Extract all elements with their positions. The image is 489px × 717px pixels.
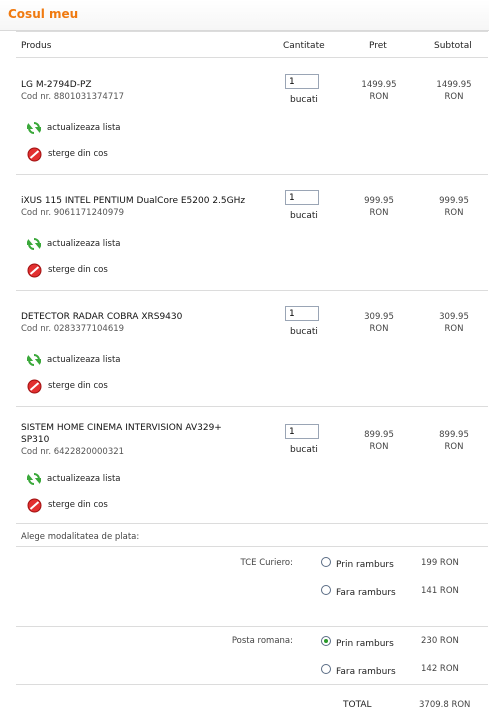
price-value: 309.95: [364, 312, 394, 322]
price-value: 1499.95: [361, 80, 397, 90]
option-price: 141 RON: [421, 586, 459, 596]
unit-label: bucati: [290, 445, 318, 455]
divider: [16, 684, 488, 685]
delete-item-button[interactable]: sterge din cos: [27, 262, 108, 278]
header-qty: Cantitate: [283, 41, 325, 51]
product-code: Cod nr. 9061171240979: [21, 208, 125, 218]
header-product: Produs: [21, 41, 52, 51]
product-name: SISTEM HOME CINEMA INTERVISION AV329+ SP…: [21, 423, 222, 445]
product-code: Cod nr. 6422820000321: [21, 447, 125, 457]
product-name: iXUS 115 INTEL PENTIUM DualCore E5200 2.…: [21, 196, 246, 206]
delete-item-button[interactable]: sterge din cos: [27, 146, 108, 162]
header-subtotal: Subtotal: [434, 41, 472, 51]
delete-icon: [27, 379, 42, 393]
header-price: Pret: [369, 41, 387, 51]
price-value: 899.95: [364, 430, 394, 440]
divider: [16, 31, 488, 32]
divider: [16, 406, 488, 407]
product-code: Cod nr. 0283377104619: [21, 324, 125, 334]
divider: [16, 546, 488, 547]
radio-fara-ramburs[interactable]: [321, 585, 331, 595]
divider: [16, 57, 488, 58]
delete-icon: [27, 263, 42, 277]
option-label: Fara ramburs: [336, 588, 396, 598]
quantity-input[interactable]: [285, 190, 319, 205]
radio-prin-ramburs[interactable]: [321, 557, 331, 567]
carrier-name: Posta romana:: [231, 636, 293, 646]
product-name: DETECTOR RADAR COBRA XRS9430: [21, 312, 183, 322]
update-list-label: actualizeaza lista: [47, 474, 121, 484]
total-label: TOTAL: [343, 700, 372, 710]
update-list-button[interactable]: actualizeaza lista: [27, 120, 121, 136]
divider: [16, 626, 488, 627]
update-list-button[interactable]: actualizeaza lista: [27, 352, 121, 368]
quantity-input[interactable]: [285, 74, 319, 89]
option-price: 142 RON: [421, 664, 459, 674]
refresh-icon: [27, 238, 41, 250]
refresh-icon: [27, 354, 41, 366]
update-list-label: actualizeaza lista: [47, 355, 121, 365]
delete-icon: [27, 147, 42, 161]
refresh-icon: [27, 473, 41, 485]
product-code: Cod nr. 8801031374717: [21, 92, 125, 102]
delete-item-label: sterge din cos: [48, 500, 108, 510]
product-name: LG M-2794D-PZ: [21, 80, 92, 90]
divider: [16, 523, 488, 524]
delete-icon: [27, 498, 42, 512]
radio-fara-ramburs[interactable]: [321, 664, 331, 674]
quantity-input[interactable]: [285, 424, 319, 439]
update-list-button[interactable]: actualizeaza lista: [27, 471, 121, 487]
carrier-name: TCE Curiero:: [240, 558, 293, 568]
delete-item-button[interactable]: sterge din cos: [27, 497, 108, 513]
option-price: 230 RON: [421, 636, 459, 646]
subtotal-currency: RON: [444, 324, 464, 334]
subtotal-currency: RON: [444, 208, 464, 218]
unit-label: bucati: [290, 95, 318, 105]
price-currency: RON: [369, 324, 389, 334]
update-list-button[interactable]: actualizeaza lista: [27, 236, 121, 252]
refresh-icon: [27, 122, 41, 134]
update-list-label: actualizeaza lista: [47, 123, 121, 133]
option-label: Fara ramburs: [336, 667, 396, 677]
subtotal-currency: RON: [444, 92, 464, 102]
divider: [16, 290, 488, 291]
delete-item-label: sterge din cos: [48, 149, 108, 159]
unit-label: bucati: [290, 211, 318, 221]
radio-prin-ramburs[interactable]: [321, 636, 331, 646]
delete-item-button[interactable]: sterge din cos: [27, 378, 108, 394]
price-currency: RON: [369, 92, 389, 102]
price-currency: RON: [369, 442, 389, 452]
quantity-input[interactable]: [285, 306, 319, 321]
divider: [16, 174, 488, 175]
subtotal-value: 309.95: [439, 312, 469, 322]
option-price: 199 RON: [421, 558, 459, 568]
option-label: Prin ramburs: [336, 639, 394, 649]
delete-item-label: sterge din cos: [48, 265, 108, 275]
page-title: Cosul meu: [8, 7, 79, 21]
price-currency: RON: [369, 208, 389, 218]
unit-label: bucati: [290, 327, 318, 337]
subtotal-value: 1499.95: [436, 80, 472, 90]
update-list-label: actualizeaza lista: [47, 239, 121, 249]
subtotal-value: 999.95: [439, 196, 469, 206]
total-value: 3709.8 RON: [419, 700, 471, 710]
subtotal-currency: RON: [444, 442, 464, 452]
subtotal-value: 899.95: [439, 430, 469, 440]
price-value: 999.95: [364, 196, 394, 206]
option-label: Prin ramburs: [336, 560, 394, 570]
payment-heading: Alege modalitatea de plata:: [21, 532, 140, 542]
delete-item-label: sterge din cos: [48, 381, 108, 391]
